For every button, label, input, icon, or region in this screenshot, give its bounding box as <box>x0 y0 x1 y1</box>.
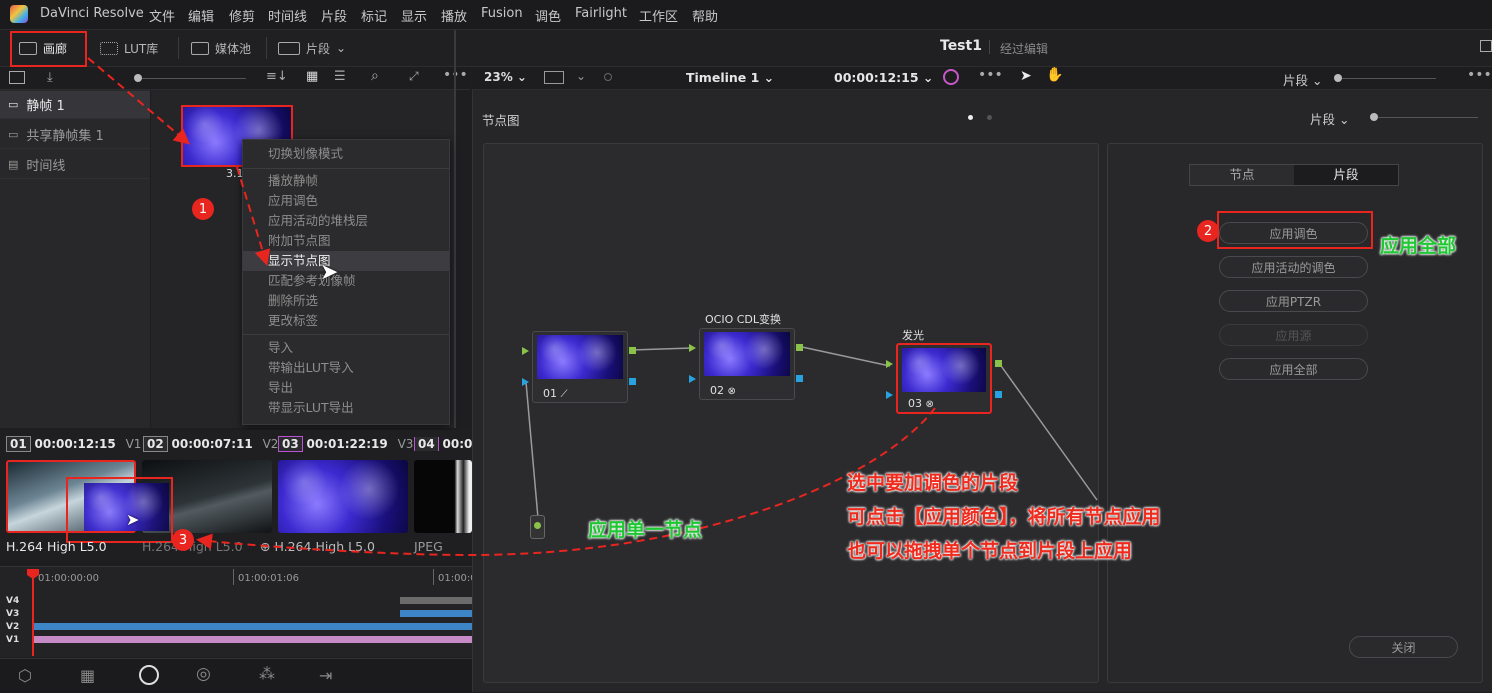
annotation-note-line2: 可点击【应用颜色】，将所有节点应用 <box>847 506 1161 528</box>
annotation-apply-all: 应用全部 <box>1380 235 1457 257</box>
annotation-arrows <box>87 57 936 557</box>
step-badge-3: 3 <box>172 529 194 551</box>
annotation-note-line3: 也可以拖拽单个节点到片段上应用 <box>847 540 1133 562</box>
step-badge-2: 2 <box>1197 220 1219 242</box>
step-badge-1: 1 <box>192 198 214 220</box>
annotation-single-node: 应用单一节点 <box>588 519 703 541</box>
annotation-note-line1: 选中要加调色的片段 <box>847 472 1019 494</box>
